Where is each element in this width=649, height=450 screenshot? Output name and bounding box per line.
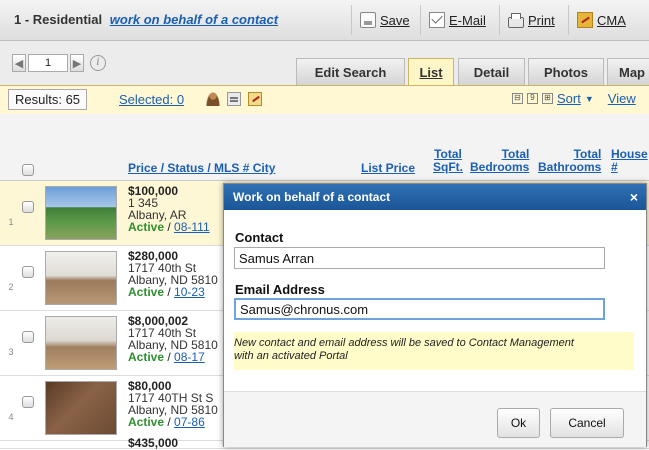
pager-tab-bar: ◀ 1 ▶ i Edit Search List Detail Photos M… [0,41,649,85]
listing-status: Active / 08-17 [128,350,205,364]
cancel-button[interactable]: Cancel [550,408,624,438]
page-size-box[interactable]: 9 [527,93,538,104]
info-icon[interactable]: i [90,55,106,71]
row-number: 3 [8,347,14,357]
listing-photo[interactable] [45,251,117,305]
tab-photos[interactable]: Photos [528,58,604,85]
row-number: 4 [8,412,14,422]
col-total-sqft[interactable]: Total SqFt. [433,148,463,174]
row-number: 1 [8,217,14,227]
collapse-icon[interactable]: ⊟ [512,93,523,104]
card-view-icon[interactable] [227,92,241,106]
tab-detail[interactable]: Detail [458,58,525,85]
print-icon [508,12,524,28]
cma-label: CMA [597,12,626,28]
dialog-header: Work on behalf of a contact × [224,184,646,210]
notes-icon[interactable] [248,92,262,106]
view-controls: ⊟ 9 ⊞ Sort ▼ View [512,91,636,106]
listing-photo[interactable] [45,186,117,240]
expand-icon[interactable]: ⊞ [542,93,553,104]
email-label: E-Mail [449,12,486,28]
work-on-behalf-dialog: Work on behalf of a contact × Contact Em… [223,183,647,447]
prev-page-button[interactable]: ◀ [12,54,26,72]
listing-price: $435,000 [128,436,179,450]
col-total-bedrooms[interactable]: Total Bedrooms [470,148,529,174]
portal-note: New contact and email address will be sa… [234,332,634,370]
row-checkbox[interactable] [22,266,34,278]
dialog-title: Work on behalf of a contact [233,190,391,204]
row-checkbox[interactable] [22,396,34,408]
cma-icon [577,12,593,28]
listing-photo[interactable] [45,316,117,370]
next-page-button[interactable]: ▶ [70,54,84,72]
table-header: Price / Status / MLS # City List Price T… [0,114,649,181]
results-bar: Results: 65 Selected: 0 ⊟ 9 ⊞ Sort ▼ Vie… [0,85,649,115]
print-label: Print [528,12,555,28]
listing-status: Active / 07-86 [128,415,205,429]
view-dropdown[interactable]: View [608,91,636,106]
pager: ◀ 1 ▶ i [12,54,106,72]
top-header: 1 - Residential work on behalf of a cont… [0,0,649,41]
listing-status: Active / 08-111 [128,220,210,234]
listing-status: Active / 10-23 [128,285,205,299]
ok-button[interactable]: Ok [497,408,540,438]
listing-type-label: 1 - Residential [14,12,103,27]
close-icon[interactable]: × [630,189,638,205]
row-checkbox[interactable] [22,331,34,343]
contacts-icon[interactable] [206,92,220,106]
save-icon [360,12,376,28]
mls-link[interactable]: 08-111 [174,220,210,234]
email-button[interactable]: E-Mail [420,5,486,35]
contact-input[interactable] [234,247,605,269]
mls-link[interactable]: 07-86 [174,415,205,429]
tab-map[interactable]: Map [607,58,649,85]
col-total-bathrooms[interactable]: Total Bathrooms [538,148,601,174]
dialog-footer: Ok Cancel [224,391,646,447]
cma-button[interactable]: CMA [568,5,626,35]
email-address-input[interactable] [234,298,605,320]
row-number: 2 [8,282,14,292]
col-list-price[interactable]: List Price [361,162,415,175]
print-button[interactable]: Print [499,5,555,35]
page-number-field[interactable]: 1 [28,54,68,72]
work-on-behalf-link[interactable]: work on behalf of a contact [110,12,278,27]
results-count: Results: 65 [8,89,88,110]
row-checkbox[interactable] [22,201,34,213]
col-price-status-mls-city[interactable]: Price / Status / MLS # City [128,162,275,175]
select-all-checkbox[interactable] [22,164,34,176]
tab-edit-search[interactable]: Edit Search [296,58,405,85]
chevron-down-icon[interactable]: ▼ [585,94,594,104]
email-address-label: Email Address [235,282,325,297]
mls-link[interactable]: 08-17 [174,350,205,364]
col-house-number[interactable]: House # [611,148,648,174]
contact-label: Contact [235,230,284,245]
page-title: 1 - Residential work on behalf of a cont… [14,12,278,27]
email-icon [429,12,445,28]
save-button[interactable]: Save [351,5,410,35]
mls-link[interactable]: 10-23 [174,285,205,299]
listing-photo[interactable] [45,381,117,435]
tab-list[interactable]: List [408,58,454,85]
selected-count-link[interactable]: Selected: 0 [119,92,184,107]
sort-dropdown[interactable]: Sort [557,91,581,106]
save-label: Save [380,12,410,28]
